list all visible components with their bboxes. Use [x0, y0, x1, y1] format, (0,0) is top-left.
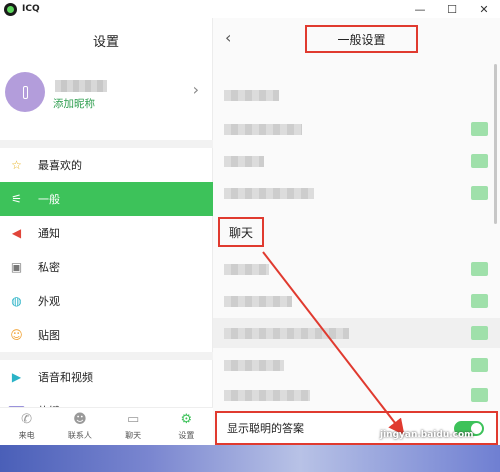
annotation-arrow	[262, 251, 405, 436]
watermark-text: jingyan.baidu.com	[380, 430, 474, 440]
